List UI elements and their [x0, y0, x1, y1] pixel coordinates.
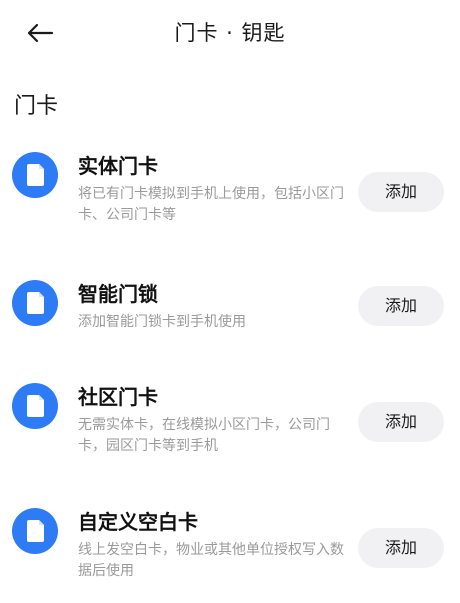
page-title: 门卡 · 钥匙 [174, 21, 286, 45]
item-description: 无需实体卡，在线模拟小区门卡，公司门卡，园区门卡等到手机 [78, 417, 330, 454]
add-button[interactable]: 添加 [358, 172, 444, 212]
card-icon [12, 383, 58, 429]
card-icon [12, 152, 58, 198]
list-item-blank-card: 自定义空白卡 线上发空白卡，物业或其他单位授权写入数据后使用 添加 [0, 508, 460, 598]
section-title: 门卡 [14, 94, 59, 119]
item-title: 实体门卡 [78, 154, 158, 178]
card-icon [12, 280, 58, 326]
item-description: 线上发空白卡，物业或其他单位授权写入数据后使用 [78, 542, 344, 579]
add-button[interactable]: 添加 [358, 528, 444, 568]
list-item-smart-lock: 智能门锁 添加智能门锁卡到手机使用 添加 [0, 280, 460, 370]
add-button[interactable]: 添加 [358, 402, 444, 442]
item-title: 自定义空白卡 [78, 510, 198, 534]
card-icon [12, 508, 58, 554]
item-description: 添加智能门锁卡到手机使用 [78, 314, 246, 330]
list-item-physical-card: 实体门卡 将已有门卡模拟到手机上使用，包括小区门卡、公司门卡等 添加 [0, 152, 460, 242]
app-header: 门卡 · 钥匙 [0, 0, 460, 66]
list-item-community-card: 社区门卡 无需实体卡，在线模拟小区门卡，公司门卡，园区门卡等到手机 添加 [0, 383, 460, 473]
item-description: 将已有门卡模拟到手机上使用，包括小区门卡、公司门卡等 [78, 186, 344, 223]
item-title: 智能门锁 [78, 282, 158, 306]
add-button[interactable]: 添加 [358, 286, 444, 326]
item-title: 社区门卡 [78, 385, 158, 409]
